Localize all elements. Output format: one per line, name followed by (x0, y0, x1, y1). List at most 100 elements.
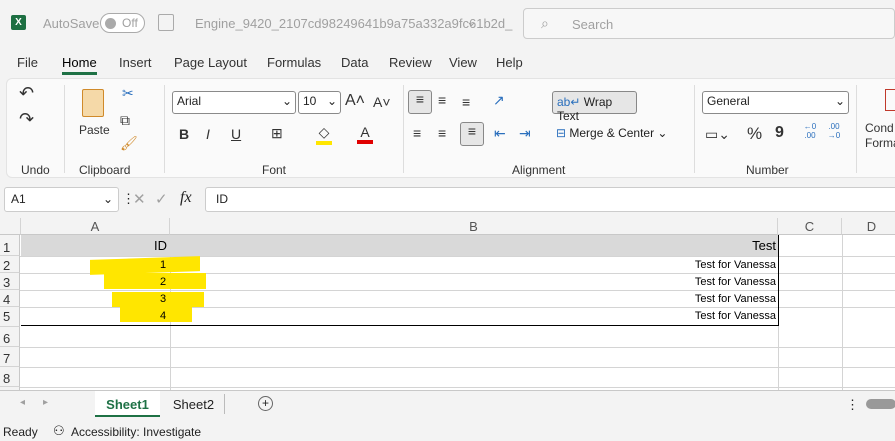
accessibility-status[interactable]: Accessibility: Investigate (71, 425, 201, 439)
tab-help[interactable]: Help (496, 55, 523, 70)
decrease-decimal-button[interactable]: .00 →0 (825, 122, 843, 140)
prev-sheet-icon[interactable]: ◂ (20, 397, 25, 408)
align-center-button[interactable]: ≡ (438, 125, 446, 141)
align-middle-button[interactable]: ≡ (438, 92, 446, 108)
merge-icon: ⊟ (556, 126, 570, 140)
font-color-icon[interactable]: A (357, 124, 373, 144)
align-left-button[interactable]: ≡ (413, 125, 421, 141)
column-header-b[interactable]: B (170, 218, 778, 235)
increase-indent-icon[interactable]: ⇥ (519, 125, 531, 142)
underline-button[interactable]: U (231, 126, 241, 142)
search-box[interactable]: ⌕ Search (523, 8, 895, 39)
undo-icon[interactable]: ↶ (19, 83, 34, 104)
group-label-font: Font (262, 163, 287, 177)
excel-logo-icon: X (11, 15, 26, 30)
redo-icon[interactable]: ↷ (19, 109, 34, 130)
conditional-format-icon[interactable] (885, 89, 895, 111)
decrease-font-icon[interactable]: A˅ (373, 94, 391, 110)
row-header-1[interactable]: 1 (0, 235, 20, 256)
percent-button[interactable]: % (747, 124, 762, 144)
formula-input[interactable]: ID (205, 187, 895, 212)
decrease-indent-icon[interactable]: ⇤ (494, 125, 506, 142)
cell-b3[interactable]: Test for Vanessa (695, 276, 776, 288)
tab-view[interactable]: View (449, 55, 477, 70)
borders-icon[interactable]: ⊞ (271, 125, 283, 142)
tab-data[interactable]: Data (341, 55, 368, 70)
align-bottom-button[interactable]: ≡ (462, 94, 470, 110)
toggle-knob (105, 18, 116, 29)
merge-center-button[interactable]: ⊟ Merge & Center ⌄ (556, 126, 667, 140)
next-sheet-icon[interactable]: ▸ (43, 397, 48, 408)
font-name-value: Arial (177, 94, 202, 108)
increase-decimal-button[interactable]: ←0 .00 (801, 122, 819, 140)
cell-b4[interactable]: Test for Vanessa (695, 293, 776, 305)
cut-icon[interactable]: ✂ (122, 85, 134, 102)
number-format-value: General (707, 94, 750, 108)
tab-page-layout[interactable]: Page Layout (174, 55, 247, 70)
column-header-a[interactable]: A (21, 218, 170, 235)
orientation-icon[interactable]: ↗ (493, 92, 505, 109)
row-header-7[interactable]: 7 (0, 347, 20, 367)
cancel-icon[interactable]: ✕ (133, 190, 146, 208)
bold-button[interactable]: B (179, 126, 189, 142)
file-name[interactable]: Engine_9420_2107cd98249641b9a75a332a9fc6… (195, 16, 512, 31)
row-header-2[interactable]: 2 (0, 256, 20, 273)
enter-icon[interactable]: ✓ (155, 190, 168, 208)
tab-home[interactable]: Home (62, 55, 97, 75)
font-name-select[interactable]: Arial ⌄ (172, 91, 296, 114)
tab-insert[interactable]: Insert (119, 55, 152, 70)
chevron-down-icon[interactable]: ⌄ (466, 14, 477, 30)
tab-review[interactable]: Review (389, 55, 432, 70)
name-box-value: A1 (11, 192, 26, 206)
cell-a2[interactable]: 1 (160, 259, 166, 271)
cell-b5[interactable]: Test for Vanessa (695, 310, 776, 322)
sheet1-label: Sheet1 (106, 397, 149, 412)
cell-a4[interactable]: 3 (160, 293, 166, 305)
row-header-4[interactable]: 4 (0, 290, 20, 307)
row-header-8[interactable]: 8 (0, 367, 20, 387)
format-painter-icon[interactable]: 🖌 (120, 135, 138, 152)
autosave-state: Off (122, 16, 138, 30)
column-header-d[interactable]: D (842, 218, 895, 235)
spreadsheet-grid[interactable]: A B C D ID Test 1 Test for Vanessa 2 Tes… (0, 218, 895, 390)
row-header-6[interactable]: 6 (0, 327, 20, 347)
cell-b1[interactable]: Test (752, 238, 776, 253)
autosave-toggle[interactable]: Off (100, 13, 145, 33)
sheet-tab-sheet1[interactable]: Sheet1 (95, 391, 160, 417)
save-icon[interactable] (158, 14, 174, 31)
row-header-3[interactable]: 3 (0, 273, 20, 290)
insert-function-button[interactable]: fx (180, 189, 192, 207)
fill-color-icon[interactable]: ◇ (316, 124, 332, 145)
merge-center-label: Merge & Center (569, 126, 655, 140)
sheet-tab-sheet2[interactable]: Sheet2 (163, 394, 225, 414)
name-box[interactable]: A1 ⌄ (4, 187, 119, 212)
font-size-select[interactable]: 10 ⌄ (298, 91, 341, 114)
cell-b2[interactable]: Test for Vanessa (695, 259, 776, 271)
add-sheet-icon[interactable]: + (258, 396, 273, 411)
horizontal-scrollbar[interactable] (866, 399, 895, 409)
accounting-format-icon[interactable]: ▭⌄ (705, 126, 730, 143)
column-header-c[interactable]: C (778, 218, 842, 235)
comma-button[interactable]: 9 (775, 124, 784, 142)
conditional-format-button[interactable]: Cond Forma (865, 121, 895, 151)
cell-a5[interactable]: 4 (160, 310, 166, 322)
ribbon: ↶ ↷ Undo Paste ✂ ⧉ 🖌 Clipboard Arial ⌄ 10… (6, 78, 895, 178)
align-right-button[interactable]: ≡ (460, 122, 484, 146)
italic-button[interactable]: I (206, 126, 210, 142)
paste-icon[interactable] (82, 89, 104, 117)
tab-formulas[interactable]: Formulas (267, 55, 321, 70)
cell-a1[interactable]: ID (154, 238, 167, 253)
row-header-5[interactable]: 5 (0, 307, 20, 327)
accessibility-icon[interactable]: ⚇ (53, 423, 65, 439)
select-all-corner[interactable] (0, 218, 21, 235)
tab-file[interactable]: File (17, 55, 38, 70)
more-options-icon[interactable]: ⋮ (846, 397, 859, 413)
align-top-button[interactable]: ≡ (408, 90, 432, 114)
cell-a3[interactable]: 2 (160, 276, 166, 288)
paste-button[interactable]: Paste (79, 123, 110, 137)
table-border (21, 235, 779, 326)
number-format-select[interactable]: General ⌄ (702, 91, 849, 114)
wrap-text-button[interactable]: ab↵ Wrap Text (552, 91, 637, 123)
copy-icon[interactable]: ⧉ (120, 112, 130, 129)
increase-font-icon[interactable]: A˄ (345, 92, 365, 110)
